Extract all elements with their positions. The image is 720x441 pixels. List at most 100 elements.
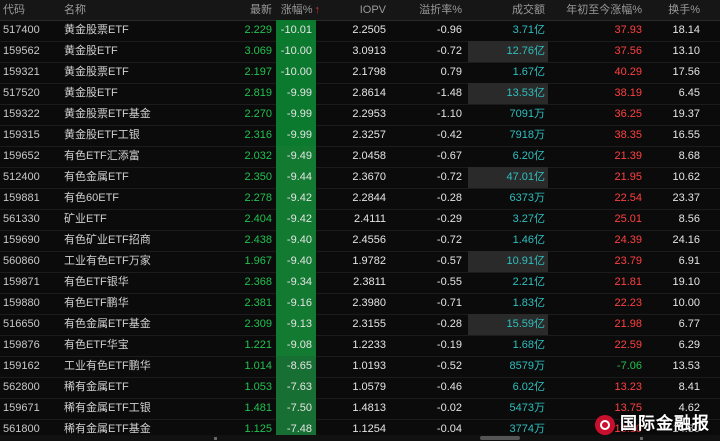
table-row[interactable]: 159322 黄金股票ETF基金 2.270 -9.99 2.2953 -1.10 7091… bbox=[0, 104, 720, 126]
header-ytd[interactable]: 年初至今涨幅% bbox=[550, 0, 642, 20]
cell-code: 159876 bbox=[3, 339, 40, 351]
cell-iopv: 2.3980 bbox=[352, 297, 386, 309]
cell-turnover: 10.62 bbox=[672, 171, 700, 183]
header-volume[interactable]: 成交额 bbox=[470, 0, 545, 20]
cell-iopv: 2.4111 bbox=[353, 213, 386, 225]
cell-premium: -0.67 bbox=[436, 150, 462, 162]
table-row[interactable]: 517520 黄金股ETF 2.819 -9.99 2.8614 -1.48 13.53亿 3… bbox=[0, 83, 720, 105]
cell-name: 有色60ETF bbox=[64, 192, 120, 204]
table-row[interactable]: 159880 有色ETF鹏华 2.381 -9.16 2.3980 -0.71 1.83亿 2… bbox=[0, 293, 720, 315]
logo-icon bbox=[595, 415, 615, 435]
cell-turnover: 6.77 bbox=[678, 318, 700, 330]
table-row[interactable]: 159690 有色矿业ETF招商 2.438 -9.40 2.4556 -0.72 1.46… bbox=[0, 230, 720, 252]
cell-last: 2.032 bbox=[244, 150, 272, 162]
horizontal-scrollbar[interactable] bbox=[0, 435, 720, 441]
header-iopv[interactable]: IOPV bbox=[318, 0, 386, 20]
cell-volume: 47.01亿 bbox=[506, 171, 545, 183]
cell-premium: -0.02 bbox=[436, 402, 462, 414]
cell-code: 159321 bbox=[3, 66, 40, 78]
cell-code: 512400 bbox=[3, 171, 40, 183]
cell-last: 2.278 bbox=[244, 192, 272, 204]
cell-iopv: 1.4813 bbox=[352, 402, 386, 414]
cell-change: -8.65 bbox=[286, 360, 312, 372]
cell-premium: -0.72 bbox=[436, 45, 462, 57]
table-row[interactable]: 512400 有色金属ETF 2.350 -9.44 2.3670 -0.72 47.01亿… bbox=[0, 167, 720, 189]
header-last[interactable]: 最新 bbox=[200, 0, 272, 20]
cell-ytd: 21.98 bbox=[614, 318, 642, 330]
table-row[interactable]: 517400 黄金股票ETF 2.229 -10.01 2.2505 -0.96 3.71亿… bbox=[0, 20, 720, 42]
cell-iopv: 1.0193 bbox=[352, 360, 386, 372]
cell-change: -9.40 bbox=[286, 255, 312, 267]
table-row[interactable]: 159315 黄金股ETF工银 2.316 -9.99 2.3257 -0.42 7918万… bbox=[0, 125, 720, 147]
cell-premium: -1.10 bbox=[436, 108, 462, 120]
cell-turnover: 6.29 bbox=[678, 339, 700, 351]
scrollbar-thumb[interactable] bbox=[480, 436, 520, 440]
cell-volume: 6.02亿 bbox=[512, 381, 545, 393]
cell-name: 黄金股票ETF bbox=[64, 66, 129, 78]
cell-turnover: 13.53 bbox=[672, 360, 700, 372]
cell-volume: 10.91亿 bbox=[506, 255, 545, 267]
cell-change: -10.01 bbox=[280, 24, 312, 36]
cell-code: 561330 bbox=[3, 213, 40, 225]
cell-change: -7.63 bbox=[286, 381, 312, 393]
table-row[interactable]: 159562 黄金股ETF 3.069 -10.00 3.0913 -0.72 12.76亿… bbox=[0, 41, 720, 63]
cell-ytd: -7.06 bbox=[616, 360, 642, 372]
cell-ytd: 24.39 bbox=[614, 234, 642, 246]
table-row[interactable]: 159162 工业有色ETF鹏华 1.014 -8.65 1.0193 -0.52 8579… bbox=[0, 356, 720, 378]
header-change[interactable]: 涨幅% ↑ bbox=[276, 0, 320, 20]
cell-name: 稀有金属ETF bbox=[64, 381, 129, 393]
cell-name: 矿业ETF bbox=[64, 213, 107, 225]
header-turnover[interactable]: 换手% bbox=[648, 0, 700, 20]
cell-name: 有色矿业ETF招商 bbox=[64, 234, 151, 246]
cell-ytd: 22.23 bbox=[614, 297, 642, 309]
cell-last: 2.270 bbox=[244, 108, 272, 120]
table-row[interactable]: 560860 工业有色ETF万家 1.967 -9.40 1.9782 -0.57 10.9… bbox=[0, 251, 720, 273]
cell-iopv: 2.3670 bbox=[352, 171, 386, 183]
cell-iopv: 2.3811 bbox=[353, 276, 386, 288]
cell-name: 黄金股ETF bbox=[64, 45, 118, 57]
cell-ytd: 22.54 bbox=[614, 192, 642, 204]
cell-volume: 2.21亿 bbox=[512, 276, 545, 288]
header-name[interactable]: 名称 bbox=[64, 0, 214, 20]
cell-volume: 6373万 bbox=[509, 192, 545, 204]
cell-last: 3.069 bbox=[244, 45, 272, 57]
cell-last: 2.229 bbox=[244, 24, 272, 36]
cell-ytd: 38.35 bbox=[614, 129, 642, 141]
scroll-right-icon[interactable] bbox=[640, 437, 643, 440]
cell-code: 159652 bbox=[3, 150, 40, 162]
cell-change: -9.49 bbox=[286, 150, 312, 162]
cell-name: 稀有金属ETF工银 bbox=[64, 402, 151, 414]
cell-ytd: 21.81 bbox=[614, 276, 642, 288]
table-row[interactable]: 159876 有色ETF华宝 1.221 -9.08 1.2233 -0.19 1.68亿 2… bbox=[0, 335, 720, 357]
cell-premium: -0.55 bbox=[436, 276, 462, 288]
table-row[interactable]: 159652 有色ETF汇添富 2.032 -9.49 2.0458 -0.67 6.20亿… bbox=[0, 146, 720, 168]
table-row[interactable]: 159881 有色60ETF 2.278 -9.42 2.2844 -0.28 6373万 2… bbox=[0, 188, 720, 210]
cell-change: -9.42 bbox=[286, 213, 312, 225]
cell-volume: 3.27亿 bbox=[512, 213, 545, 225]
cell-change: -10.00 bbox=[280, 66, 312, 78]
cell-change: -9.42 bbox=[286, 192, 312, 204]
table-row[interactable]: 516650 有色金属ETF基金 2.309 -9.13 2.3155 -0.28 15.5… bbox=[0, 314, 720, 336]
cell-code: 159690 bbox=[3, 234, 40, 246]
cell-volume: 1.67亿 bbox=[512, 66, 545, 78]
cell-ytd: 23.79 bbox=[614, 255, 642, 267]
cell-premium: -0.19 bbox=[436, 339, 462, 351]
header-premium[interactable]: 溢折率% bbox=[400, 0, 462, 20]
cell-change: -9.13 bbox=[286, 318, 312, 330]
cell-turnover: 8.41 bbox=[678, 381, 700, 393]
table-row[interactable]: 159871 有色ETF银华 2.368 -9.34 2.3811 -0.55 2.21亿 2… bbox=[0, 272, 720, 294]
cell-turnover: 23.37 bbox=[672, 192, 700, 204]
cell-last: 2.404 bbox=[244, 213, 272, 225]
cell-volume: 6.20亿 bbox=[512, 150, 545, 162]
cell-premium: -0.72 bbox=[436, 234, 462, 246]
cell-premium: -0.46 bbox=[436, 381, 462, 393]
cell-code: 159315 bbox=[3, 129, 40, 141]
table-row[interactable]: 562800 稀有金属ETF 1.053 -7.63 1.0579 -0.46 6.02亿 1… bbox=[0, 377, 720, 399]
table-row[interactable]: 561330 矿业ETF 2.404 -9.42 2.4111 -0.29 3.27亿 25.… bbox=[0, 209, 720, 231]
table-row[interactable]: 159321 黄金股票ETF 2.197 -10.00 2.1798 0.79 1.67亿 4… bbox=[0, 62, 720, 84]
scroll-left-icon[interactable] bbox=[214, 437, 217, 440]
cell-change: -9.44 bbox=[286, 171, 312, 183]
header-code[interactable]: 代码 bbox=[0, 0, 59, 20]
cell-volume: 1.68亿 bbox=[512, 339, 545, 351]
cell-volume: 13.53亿 bbox=[506, 87, 545, 99]
